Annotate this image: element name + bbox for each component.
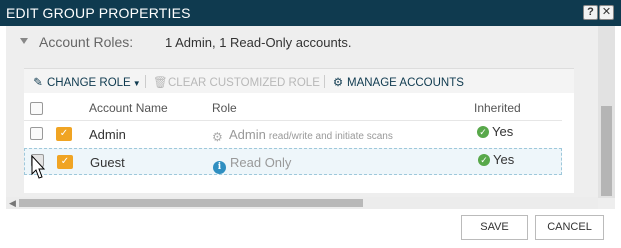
row-checkbox[interactable] <box>30 127 43 140</box>
dialog-content-scrollpane: Account Roles: 1 Admin, 1 Read-Only acco… <box>6 26 615 209</box>
column-header-inherited[interactable]: Inherited <box>474 101 521 115</box>
grid-header: Account Name Role Inherited <box>24 97 574 119</box>
account-name: Admin <box>89 127 126 142</box>
manage-accounts-label: MANAGE ACCOUNTS <box>347 77 464 89</box>
check-circle-icon: ✓ <box>478 154 490 166</box>
grid-toolbar: ✎ CHANGE ROLE ▼ 🗑CLEAR CUSTOMIZED ROLE ⚙ MA… <box>24 69 574 93</box>
dialog-title: EDIT GROUP PROPERTIES <box>6 5 191 21</box>
collapse-caret-icon[interactable] <box>20 38 28 44</box>
column-header-role[interactable]: Role <box>212 101 237 115</box>
account-name: Guest <box>90 155 125 170</box>
column-header-account-name[interactable]: Account Name <box>89 101 168 115</box>
role-cell: ⚙ Admin read/write and initiate scans <box>212 127 393 144</box>
role-name: Admin <box>229 127 266 142</box>
table-row[interactable]: ✓ Guest i Read Only ✓ Yes <box>24 148 562 175</box>
toolbar-divider <box>145 75 146 88</box>
help-button[interactable]: ? <box>583 5 598 20</box>
section-summary: 1 Admin, 1 Read-Only accounts. <box>165 35 352 50</box>
role-name: Read Only <box>230 155 292 170</box>
dialog-titlebar: EDIT GROUP PROPERTIES ? ✕ <box>0 0 621 26</box>
check-circle-icon: ✓ <box>477 126 489 138</box>
save-button[interactable]: SAVE <box>461 215 528 240</box>
change-role-label: CHANGE ROLE <box>47 77 131 89</box>
clear-customized-role-label: CLEAR CUSTOMIZED ROLE <box>168 77 320 89</box>
section-label: Account Roles: <box>39 34 134 50</box>
change-role-button[interactable]: ✎ CHANGE ROLE ▼ <box>32 75 141 89</box>
account-type-icon: ✓ <box>57 155 73 169</box>
gear-icon: ⚙ <box>212 130 223 144</box>
inherited-cell: ✓ Yes <box>478 152 514 167</box>
horizontal-scrollbar[interactable]: ◀ <box>6 197 598 209</box>
role-cell: i Read Only <box>213 155 291 174</box>
info-icon: i <box>213 161 226 174</box>
trash-icon: 🗑 <box>153 77 168 89</box>
manage-accounts-button[interactable]: ⚙ MANAGE ACCOUNTS <box>332 75 464 89</box>
cancel-button[interactable]: CANCEL <box>535 215 604 240</box>
clear-customized-role-button[interactable]: 🗑CLEAR CUSTOMIZED ROLE <box>153 75 320 89</box>
horizontal-scrollbar-thumb[interactable] <box>19 199 363 207</box>
pencil-icon: ✎ <box>33 77 43 89</box>
account-roles-grid-panel: ✎ CHANGE ROLE ▼ 🗑CLEAR CUSTOMIZED ROLE ⚙ MA… <box>24 68 574 193</box>
mouse-cursor-icon <box>31 154 46 179</box>
table-row[interactable]: ✓ Admin ⚙ Admin read/write and initiate sc… <box>24 120 562 147</box>
close-button[interactable]: ✕ <box>599 5 614 20</box>
account-type-icon: ✓ <box>56 127 72 141</box>
chevron-down-icon: ▼ <box>132 79 141 88</box>
inherited-value: Yes <box>493 152 515 167</box>
vertical-scrollbar-thumb[interactable] <box>601 106 612 196</box>
toolbar-divider <box>324 75 325 88</box>
scroll-left-arrow-icon[interactable]: ◀ <box>9 198 16 209</box>
inherited-value: Yes <box>492 124 514 139</box>
role-detail: read/write and initiate scans <box>268 131 393 142</box>
account-roles-section-header[interactable]: Account Roles: 1 Admin, 1 Read-Only acco… <box>6 26 598 59</box>
select-all-checkbox[interactable] <box>30 102 43 115</box>
inherited-cell: ✓ Yes <box>477 124 513 139</box>
gear-icon: ⚙ <box>332 77 344 89</box>
